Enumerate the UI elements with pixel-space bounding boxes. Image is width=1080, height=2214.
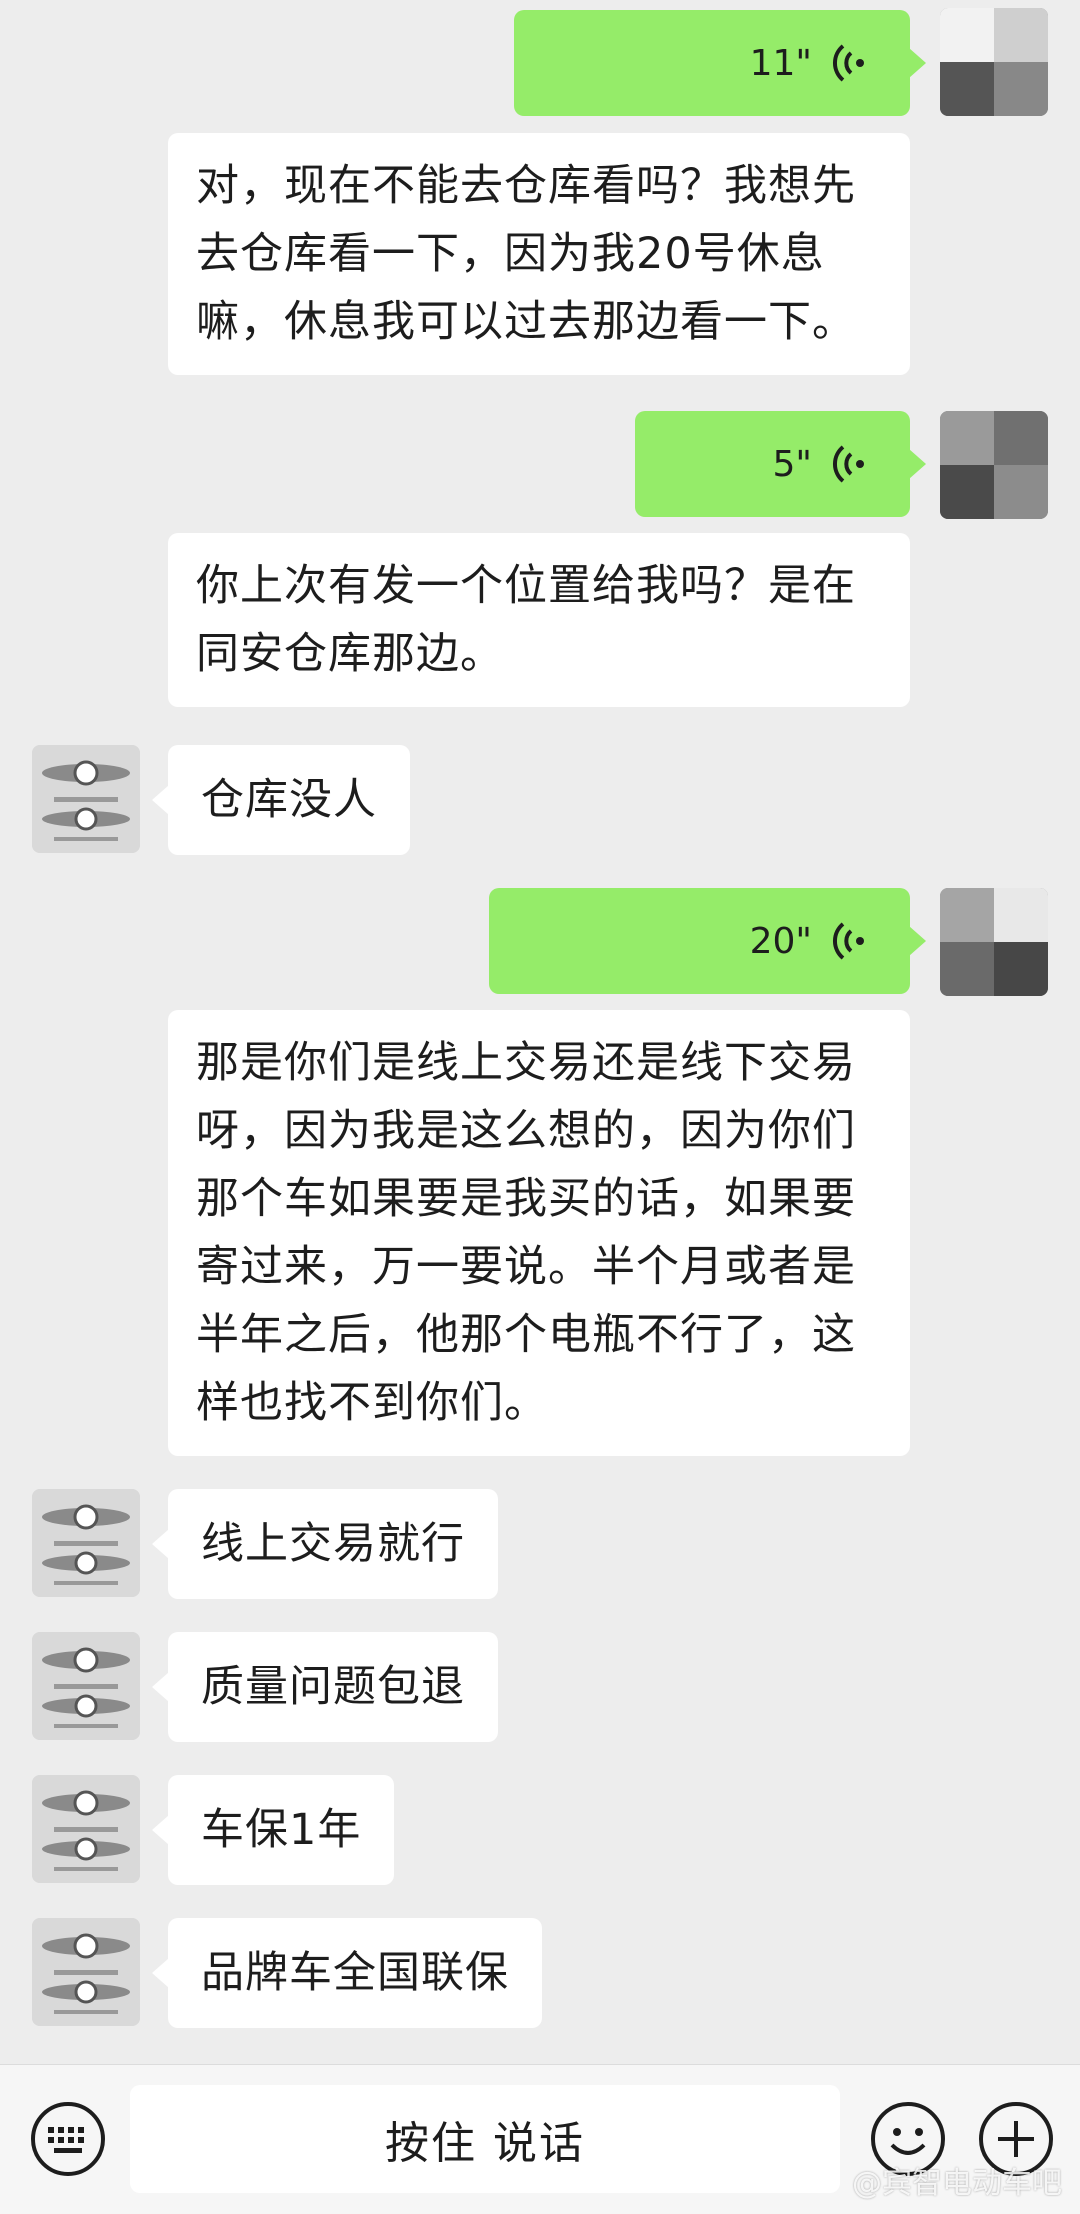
message-text: 质量问题包退 [201, 1662, 465, 1712]
input-bar: 按住 说话 @宾智电动车吧 [0, 2064, 1080, 2214]
message-text: 那是你们是线上交易还是线下交易呀，因为我是这么想的，因为你们那个车如果要是我买的… [196, 1038, 856, 1428]
winged-logo-icon [32, 1775, 140, 1883]
winged-logo-icon [32, 1632, 140, 1740]
contact-avatar[interactable] [32, 1775, 140, 1883]
watermark: @宾智电动车吧 [852, 2166, 1062, 2201]
message-text: 线上交易就行 [201, 1519, 465, 1569]
self-avatar[interactable] [940, 888, 1048, 996]
voice-duration: 20" [749, 920, 812, 962]
self-avatar[interactable] [940, 8, 1048, 116]
message-bubble: 线上交易就行 [152, 1489, 498, 1599]
voice-duration: 11" [749, 42, 812, 84]
message-bubble: 那是你们是线上交易还是线下交易呀，因为我是这么想的，因为你们那个车如果要是我买的… [168, 1010, 910, 1456]
message-text: 你上次有发一个位置给我吗？是在同安仓库那边。 [196, 561, 856, 679]
contact-avatar[interactable] [32, 1632, 140, 1740]
contact-avatar[interactable] [32, 1489, 140, 1597]
voice-message[interactable]: 11" [514, 10, 926, 116]
message-bubble: 对，现在不能去仓库看吗？我想先去仓库看一下，因为我20号休息嘛，休息我可以过去那… [168, 133, 910, 375]
contact-avatar[interactable] [32, 1918, 140, 2026]
voice-message[interactable]: 20" [489, 888, 926, 994]
voice-wave-icon [832, 445, 864, 483]
winged-logo-icon [32, 1489, 140, 1597]
message-bubble: 你上次有发一个位置给我吗？是在同安仓库那边。 [168, 533, 910, 707]
voice-duration: 5" [772, 443, 812, 485]
voice-wave-icon [832, 44, 864, 82]
message-bubble: 质量问题包退 [152, 1632, 498, 1742]
self-avatar[interactable] [940, 411, 1048, 519]
voice-message[interactable]: 5" [635, 411, 926, 517]
winged-logo-icon [32, 1918, 140, 2026]
message-text: 品牌车全国联保 [201, 1948, 509, 1998]
message-bubble: 品牌车全国联保 [152, 1918, 542, 2028]
voice-wave-icon [832, 922, 864, 960]
keyboard-icon[interactable] [28, 2099, 108, 2179]
message-bubble: 仓库没人 [152, 745, 410, 855]
message-text: 仓库没人 [201, 775, 377, 825]
contact-avatar[interactable] [32, 745, 140, 853]
message-text: 对，现在不能去仓库看吗？我想先去仓库看一下，因为我20号休息嘛，休息我可以过去那… [196, 161, 856, 347]
message-text: 车保1年 [201, 1805, 362, 1855]
hold-to-talk-button[interactable]: 按住 说话 [130, 2085, 840, 2193]
winged-logo-icon [32, 745, 140, 853]
message-bubble: 车保1年 [151, 1775, 395, 1885]
